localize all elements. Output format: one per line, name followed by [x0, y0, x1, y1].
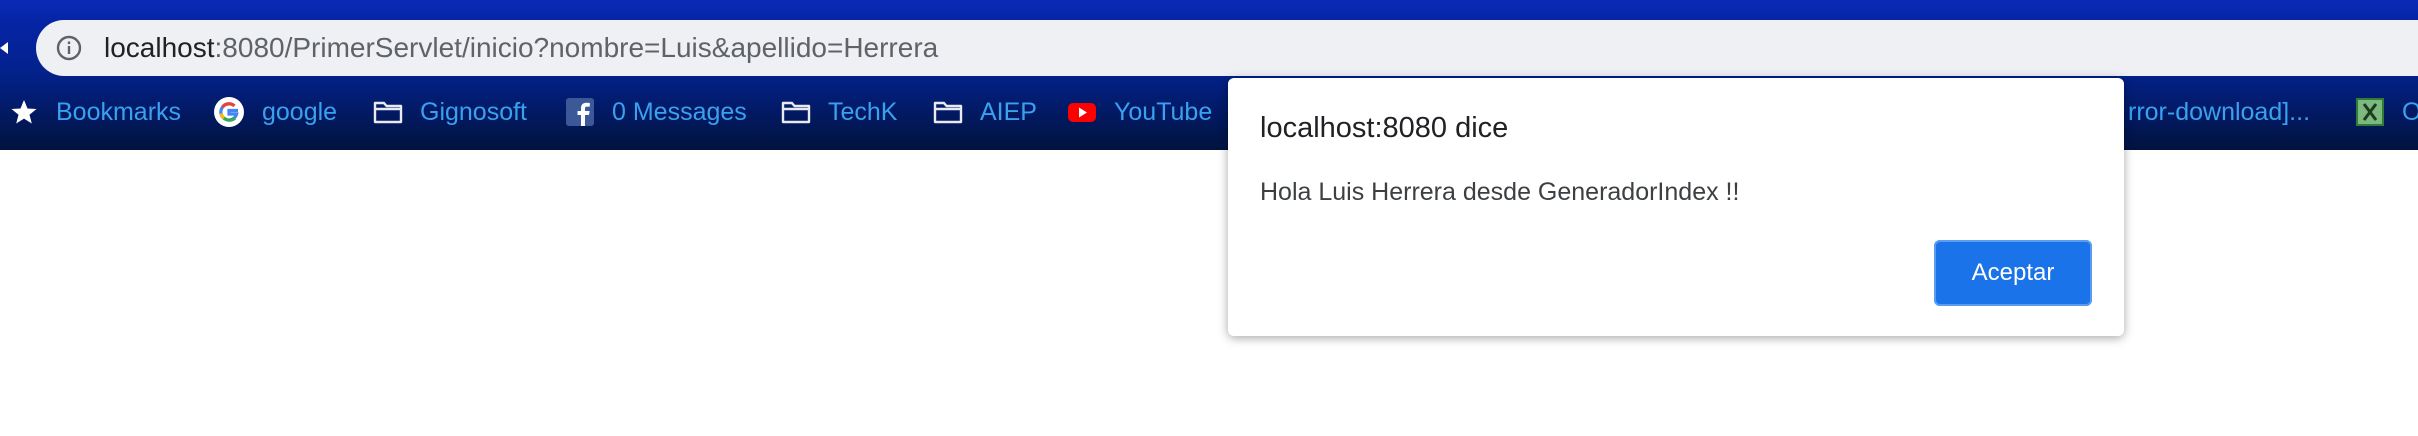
bookmark-techk[interactable]: TechK: [828, 92, 897, 132]
bookmark-truncated[interactable]: rror-download]...: [2128, 92, 2310, 132]
star-icon: [11, 100, 37, 124]
folder-icon: [933, 101, 963, 124]
folder-icon: [373, 101, 403, 124]
bookmark-gignosoft[interactable]: Gignosoft: [420, 92, 527, 132]
bookmark-last-partial[interactable]: O: [2402, 92, 2418, 132]
folder-icon: [781, 101, 811, 124]
bookmark-google[interactable]: google: [262, 92, 337, 132]
info-icon[interactable]: [56, 35, 82, 61]
bookmark-aiep[interactable]: AIEP: [980, 92, 1037, 132]
bookmark-messages[interactable]: 0 Messages: [612, 92, 747, 132]
accept-button[interactable]: Aceptar: [1934, 240, 2092, 306]
bookmark-bookmarks[interactable]: Bookmarks: [56, 92, 181, 132]
facebook-icon: [566, 98, 594, 126]
url-host: localhost: [104, 32, 215, 63]
google-icon: [214, 97, 244, 127]
back-arrow-icon[interactable]: [0, 34, 10, 62]
bookmark-youtube[interactable]: YouTube: [1114, 92, 1212, 132]
alert-dialog: localhost:8080 dice Hola Luis Herrera de…: [1228, 78, 2124, 336]
youtube-icon: [1068, 103, 1096, 122]
url-text[interactable]: localhost:8080/PrimerServlet/inicio?nomb…: [104, 28, 938, 68]
dialog-message: Hola Luis Herrera desde GeneradorIndex !…: [1260, 178, 1740, 206]
dialog-title: localhost:8080 dice: [1260, 112, 1509, 144]
url-path: :8080/PrimerServlet/inicio?nombre=Luis&a…: [214, 32, 939, 63]
excel-icon: [2356, 98, 2384, 126]
